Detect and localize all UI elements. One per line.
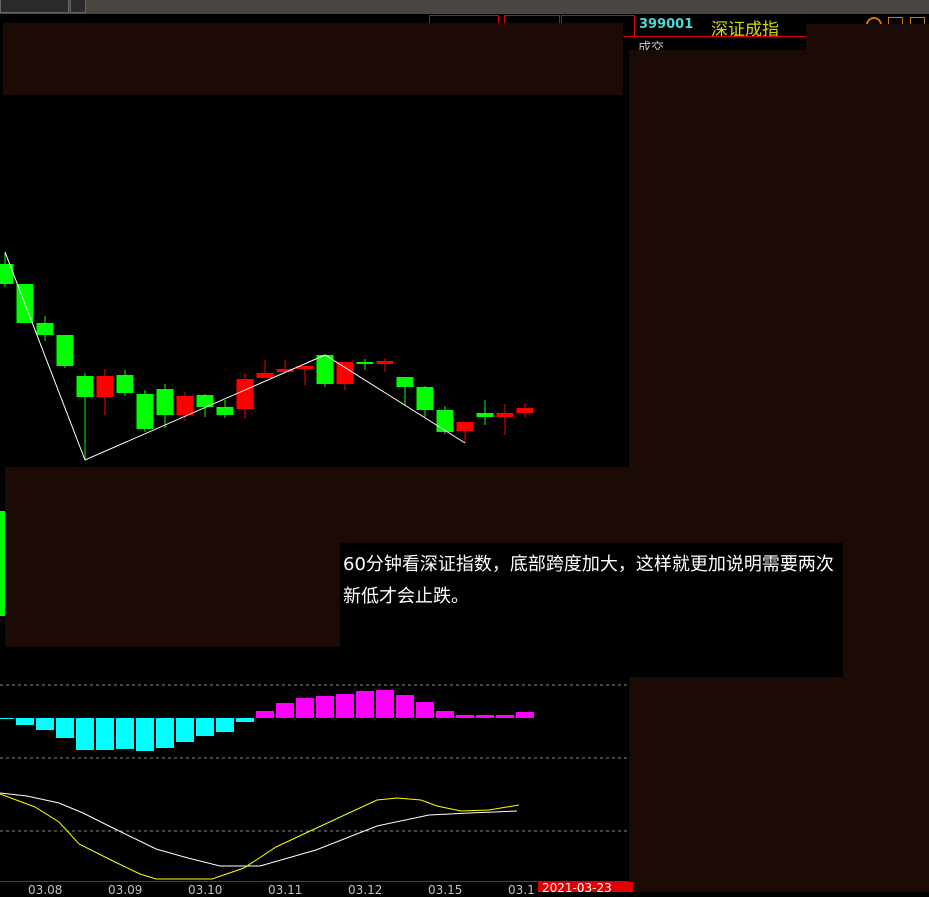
macd-bar	[196, 718, 214, 736]
candle-body	[36, 323, 54, 335]
candle-body	[56, 335, 74, 366]
candle-body	[396, 377, 414, 387]
macd-bar	[116, 718, 134, 749]
candle-body	[416, 387, 434, 410]
date-label: 03.10	[188, 883, 223, 897]
overlay-top	[3, 23, 623, 95]
macd-bar	[336, 694, 354, 718]
macd-bar	[0, 718, 14, 719]
candle-body	[516, 408, 534, 413]
candle-body	[0, 264, 14, 284]
overlay-middle	[5, 467, 929, 543]
date-label: 03.1	[508, 883, 535, 897]
candle-body	[116, 375, 134, 393]
zigzag-line	[4, 251, 466, 461]
date-label: 03.09	[108, 883, 143, 897]
overlay-left	[5, 543, 340, 647]
macd-bar	[56, 718, 74, 738]
date-label: 03.15	[428, 883, 463, 897]
macd-bar	[176, 718, 194, 742]
macd-bar	[516, 712, 534, 718]
macd-bar	[356, 691, 374, 718]
macd-bar	[496, 715, 514, 718]
macd-bar	[296, 698, 314, 718]
macd-bar	[216, 718, 234, 732]
candle-body	[436, 410, 454, 432]
candlestick-chart	[0, 251, 629, 880]
cursor-date: 2021-03-23	[538, 882, 633, 892]
candle-body	[376, 361, 394, 364]
macd-bar	[456, 715, 474, 718]
macd-bar	[236, 718, 254, 722]
candle-body	[316, 355, 334, 384]
candle-body	[496, 413, 514, 417]
macd-bar	[76, 718, 94, 750]
candle-body	[156, 389, 174, 415]
candle-body	[136, 394, 154, 429]
macd-bar	[156, 718, 174, 748]
macd-bar	[276, 703, 294, 718]
macd-bar	[256, 711, 274, 718]
macd-bar	[376, 690, 394, 718]
date-label: 03.08	[28, 883, 63, 897]
macd-bar	[96, 718, 114, 750]
macd-bar	[36, 718, 54, 730]
candle-body	[336, 362, 354, 384]
date-label: 03.11	[268, 883, 303, 897]
candle-body	[356, 362, 374, 364]
macd-bar	[136, 718, 154, 751]
annotation-text: 60分钟看深证指数，底部跨度加大，这样就更加说明需要两次新低才会止跌。	[343, 554, 834, 607]
macd-bar	[316, 696, 334, 718]
date-label: 03.12	[348, 883, 383, 897]
candle-body	[456, 422, 474, 431]
cursor-date-label: 2021-03-23	[542, 882, 612, 892]
candle-body	[476, 413, 494, 417]
candle-body	[96, 376, 114, 397]
macd-bar	[436, 711, 454, 718]
macd-bar	[476, 715, 494, 718]
stock-code: 399001	[639, 17, 694, 32]
dif-line	[0, 792, 518, 867]
macd-bar	[416, 702, 434, 718]
candle-body	[216, 407, 234, 415]
candle-body	[176, 396, 194, 415]
volume-bar	[0, 511, 5, 616]
candle-body	[256, 373, 274, 378]
macd-bar	[16, 718, 34, 725]
annotation-box: 60分钟看深证指数，底部跨度加大，这样就更加说明需要两次新低才会止跌。	[340, 543, 843, 677]
axis-line	[0, 881, 629, 882]
macd-bar	[396, 695, 414, 718]
candle-body	[76, 376, 94, 397]
candle-body	[236, 379, 254, 409]
